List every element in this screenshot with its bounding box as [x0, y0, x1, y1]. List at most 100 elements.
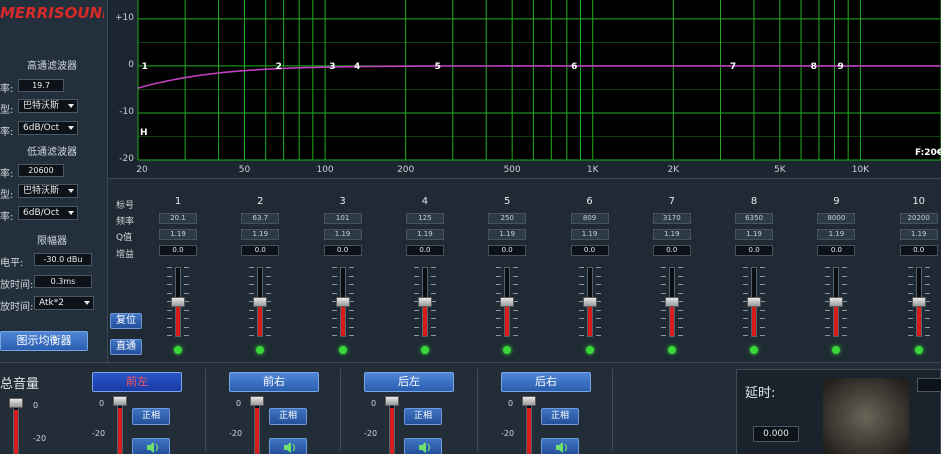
band-freq-field[interactable]: 6350: [735, 213, 774, 224]
channel-select-button[interactable]: 后左: [364, 372, 454, 392]
channel-volume-slider[interactable]: [117, 401, 123, 454]
phase-button[interactable]: 正相: [541, 408, 579, 425]
limiter-level-field[interactable]: -30.0 dBu: [34, 253, 92, 266]
band-enable-led[interactable]: [750, 346, 759, 354]
lpf-type-select[interactable]: 巴特沃斯: [18, 184, 78, 198]
slider-knob[interactable]: [113, 396, 127, 406]
band-marker[interactable]: 1: [142, 62, 148, 72]
band-marker[interactable]: 5: [435, 62, 441, 72]
slider-knob[interactable]: [385, 396, 399, 406]
band-q-field[interactable]: 1.19: [159, 229, 197, 240]
band-gain-field[interactable]: 0.0: [652, 245, 691, 256]
eq-graph-canvas[interactable]: 1 2 3 4 5 6 7 8 9 H F:20€: [108, 0, 941, 178]
hpf-freq-field[interactable]: 19.7: [18, 79, 64, 92]
slider-knob[interactable]: [500, 297, 515, 307]
slider-knob[interactable]: [171, 297, 185, 307]
band-gain-field[interactable]: 0.0: [323, 245, 362, 256]
band-freq-field[interactable]: 125: [405, 213, 444, 224]
channel-volume-slider[interactable]: [526, 401, 532, 454]
eq-response-graph[interactable]: 1 2 3 4 5 6 7 8 9 H F:20€ +10 0 -10 -20 20 50 100 200 500…: [108, 0, 941, 178]
slider-knob[interactable]: [522, 396, 536, 406]
band-freq-field[interactable]: 20200: [899, 213, 938, 224]
phase-button[interactable]: 正相: [132, 408, 170, 425]
band-q-field[interactable]: 1.19: [735, 229, 774, 240]
limiter-release-field[interactable]: 0.3ms: [34, 275, 92, 288]
delay-value-field[interactable]: 0.000: [753, 426, 799, 442]
band-enable-led[interactable]: [832, 346, 841, 354]
phase-button[interactable]: 正相: [269, 408, 307, 425]
speaker-mute-button[interactable]: [269, 438, 307, 454]
band-marker[interactable]: 6: [571, 62, 577, 72]
band-q-field[interactable]: 1.19: [899, 229, 938, 240]
limiter-attack-select[interactable]: Atk*2: [34, 296, 94, 310]
band-gain-field[interactable]: 0.0: [817, 245, 856, 256]
band-q-field[interactable]: 1.19: [817, 229, 856, 240]
band-marker[interactable]: 7: [730, 62, 736, 72]
band-enable-led[interactable]: [667, 346, 676, 354]
band-marker[interactable]: 2: [276, 62, 282, 72]
speaker-mute-button[interactable]: [132, 438, 170, 454]
bypass-button[interactable]: 直通: [110, 339, 142, 355]
channel-volume-slider[interactable]: [254, 401, 260, 454]
band-q-field[interactable]: 1.19: [405, 229, 444, 240]
master-volume-slider[interactable]: [13, 403, 19, 454]
graphic-eq-button[interactable]: 图示均衡器: [0, 331, 88, 351]
lpf-freq-field[interactable]: 20600: [18, 164, 64, 177]
band-q-field[interactable]: 1.19: [570, 229, 609, 240]
band-q-field[interactable]: 1.19: [323, 229, 362, 240]
band-freq-field[interactable]: 20.1: [159, 213, 197, 224]
band-marker[interactable]: 4: [354, 62, 360, 72]
channel-select-button[interactable]: 前右: [229, 372, 319, 392]
channel-volume-slider[interactable]: [389, 401, 395, 454]
channel-select-button[interactable]: 后右: [501, 372, 591, 392]
band-enable-led[interactable]: [503, 346, 512, 354]
hpf-slope-select[interactable]: 6dB/Oct: [18, 121, 78, 135]
band-freq-field[interactable]: 101: [323, 213, 362, 224]
phase-button[interactable]: 正相: [404, 408, 442, 425]
band-freq-field[interactable]: 3170: [652, 213, 691, 224]
band-gain-field[interactable]: 0.0: [735, 245, 774, 256]
slider-knob[interactable]: [911, 297, 926, 307]
slider-knob[interactable]: [829, 297, 844, 307]
channel-select-button[interactable]: 前左: [92, 372, 182, 392]
delay-secondary-field[interactable]: [917, 378, 941, 392]
slider-knob[interactable]: [250, 396, 264, 406]
band-freq-field[interactable]: 63.7: [241, 213, 280, 224]
slider-knob[interactable]: [664, 297, 679, 307]
band-q-field[interactable]: 1.19: [488, 229, 527, 240]
band-enable-led[interactable]: [420, 346, 429, 354]
slider-knob[interactable]: [335, 297, 350, 307]
band-gain-field[interactable]: 0.0: [241, 245, 280, 256]
band-enable-led[interactable]: [338, 346, 347, 354]
reset-button[interactable]: 复位: [110, 313, 142, 329]
slider-knob[interactable]: [253, 297, 268, 307]
hpf-type-select[interactable]: 巴特沃斯: [18, 99, 78, 113]
band-gain-field[interactable]: 0.0: [159, 245, 197, 256]
slider-knob[interactable]: [417, 297, 432, 307]
band-gain-field[interactable]: 0.0: [570, 245, 609, 256]
speaker-mute-button[interactable]: [404, 438, 442, 454]
band-freq-field[interactable]: 250: [488, 213, 527, 224]
band-q-field[interactable]: 1.19: [241, 229, 280, 240]
band-gain-field[interactable]: 0.0: [899, 245, 938, 256]
band-freq-field[interactable]: 8000: [817, 213, 856, 224]
band-gain-field[interactable]: 0.0: [405, 245, 444, 256]
band-enable-led[interactable]: [585, 346, 594, 354]
band-gain-field[interactable]: 0.0: [488, 245, 527, 256]
speaker-mute-button[interactable]: [541, 438, 579, 454]
band-freq-field[interactable]: 809: [570, 213, 609, 224]
band-enable-led[interactable]: [174, 346, 182, 354]
slider-knob[interactable]: [747, 297, 762, 307]
band-enable-led[interactable]: [914, 346, 923, 354]
band-marker[interactable]: 3: [329, 62, 335, 72]
hpf-marker[interactable]: H: [140, 128, 148, 138]
lpf-slope-select[interactable]: 6dB/Oct: [18, 206, 78, 220]
slider-knob[interactable]: [9, 398, 23, 408]
slider-knob[interactable]: [582, 297, 597, 307]
band-q-field[interactable]: 1.19: [652, 229, 691, 240]
slider-fill: [422, 303, 427, 336]
channel-tick-label: 0: [236, 399, 242, 408]
band-enable-led[interactable]: [256, 346, 265, 354]
band-marker[interactable]: 8: [811, 62, 817, 72]
band-marker[interactable]: 9: [837, 62, 843, 72]
